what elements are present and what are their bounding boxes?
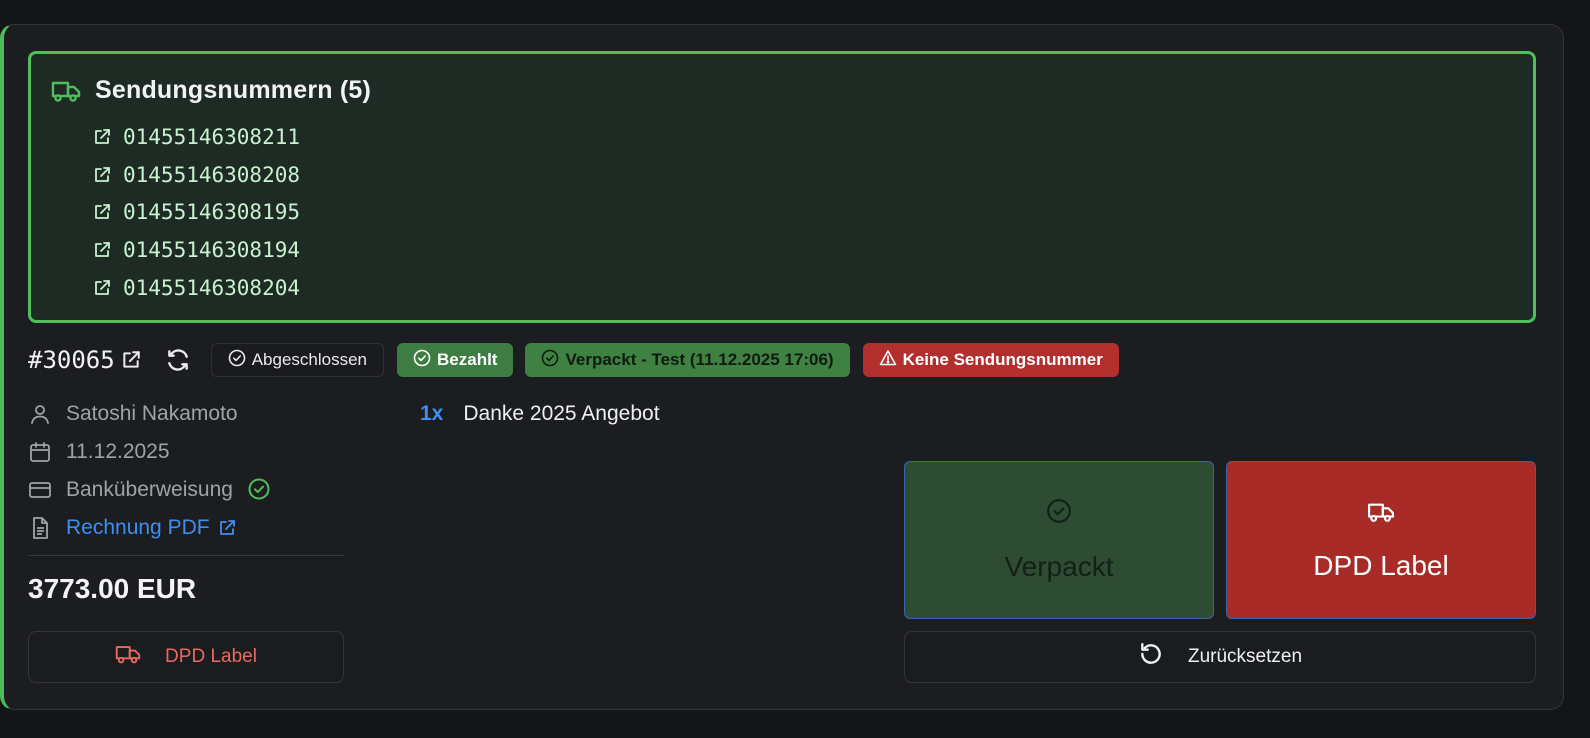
shipment-title: Sendungsnummern (5): [95, 76, 372, 104]
check-circle-icon: [1046, 498, 1072, 531]
reset-button[interactable]: Zurücksetzen: [904, 631, 1536, 683]
tracking-number[interactable]: 01455146308208: [123, 163, 300, 187]
tracking-number-item[interactable]: 01455146308204: [93, 269, 300, 307]
dpd-label-button[interactable]: DPD Label: [1226, 461, 1536, 619]
invoice-pdf-label[interactable]: Rechnung PDF: [66, 516, 210, 540]
user-icon: [28, 402, 52, 426]
truck-icon: [1367, 498, 1395, 530]
order-status-row: #30065 Abgeschlossen Bezahlt Verpackt - …: [28, 343, 1119, 377]
packed-button[interactable]: Verpackt: [904, 461, 1214, 619]
tracking-number[interactable]: 01455146308204: [123, 276, 300, 300]
truck-icon: [51, 79, 81, 103]
credit-card-icon: [28, 478, 52, 502]
payment-badge-label: Bezahlt: [437, 350, 498, 369]
reset-button-label[interactable]: Zurücksetzen: [1188, 646, 1302, 668]
check-circle-icon: [228, 349, 246, 372]
reset-icon: [1138, 641, 1164, 673]
check-circle-icon: [413, 349, 431, 372]
divider: [28, 555, 344, 556]
external-link-icon: [93, 128, 111, 146]
date-row: 11.12.2025: [28, 433, 271, 471]
status-badge-label: Abgeschlossen: [251, 350, 368, 369]
truck-icon: [115, 643, 141, 671]
item-quantity: 1x: [420, 402, 444, 425]
order-card: Sendungsnummern (5) 01455146308211 01455…: [0, 24, 1564, 710]
warning-badge-label: Keine Sendungsnummer: [902, 350, 1103, 369]
order-total: 3773.00 EUR: [28, 573, 197, 604]
dpd-label-button-label[interactable]: DPD Label: [1313, 550, 1448, 582]
document-icon: [28, 516, 52, 540]
calendar-icon: [28, 440, 52, 464]
packed-badge: Verpackt - Test (11.12.2025 17:06): [525, 343, 850, 377]
tracking-number-list: 01455146308211 01455146308208 0145514630…: [93, 118, 300, 307]
tracking-number-item[interactable]: 01455146308211: [93, 118, 300, 156]
external-link-icon: [93, 166, 111, 184]
shipment-header: Sendungsnummern (5): [51, 76, 371, 105]
shipment-numbers-panel: Sendungsnummern (5) 01455146308211 01455…: [28, 51, 1536, 323]
external-link-icon: [93, 279, 111, 297]
tracking-number-item[interactable]: 01455146308208: [93, 156, 300, 194]
line-item: 1x Danke 2025 Angebot: [420, 395, 660, 433]
packed-badge-label: Verpackt - Test (11.12.2025 17:06): [565, 350, 834, 369]
payment-method: Banküberweisung: [66, 478, 233, 501]
payment-badge: Bezahlt: [397, 343, 514, 377]
invoice-row: Rechnung PDF: [28, 509, 271, 547]
order-date: 11.12.2025: [66, 440, 170, 463]
tracking-number-item[interactable]: 01455146308194: [93, 231, 300, 269]
payment-method-row: Banküberweisung: [28, 471, 271, 509]
external-link-icon[interactable]: [121, 350, 141, 370]
warning-badge: Keine Sendungsnummer: [862, 343, 1119, 377]
check-circle-icon: [247, 478, 271, 502]
warning-triangle-icon: [879, 349, 897, 372]
dpd-label-small-text[interactable]: DPD Label: [165, 646, 257, 668]
external-link-icon: [218, 519, 236, 537]
tracking-number[interactable]: 01455146308211: [123, 125, 300, 149]
refresh-icon[interactable]: [165, 347, 191, 373]
check-circle-icon: [541, 349, 559, 372]
invoice-pdf-link[interactable]: Rechnung PDF: [66, 516, 236, 540]
order-number[interactable]: #30065: [28, 346, 115, 374]
external-link-icon: [93, 203, 111, 221]
tracking-number[interactable]: 01455146308195: [123, 200, 300, 224]
order-meta: Satoshi Nakamoto 11.12.2025 Banküberweis…: [28, 395, 271, 547]
packed-button-label[interactable]: Verpackt: [1005, 551, 1114, 583]
tracking-number-item[interactable]: 01455146308195: [93, 194, 300, 232]
customer-name: Satoshi Nakamoto: [66, 402, 238, 425]
dpd-label-button-small[interactable]: DPD Label: [28, 631, 344, 683]
tracking-number[interactable]: 01455146308194: [123, 238, 300, 262]
item-name: Danke 2025 Angebot: [463, 402, 660, 425]
customer-row: Satoshi Nakamoto: [28, 395, 271, 433]
status-badge: Abgeschlossen: [210, 343, 385, 377]
external-link-icon: [93, 241, 111, 259]
